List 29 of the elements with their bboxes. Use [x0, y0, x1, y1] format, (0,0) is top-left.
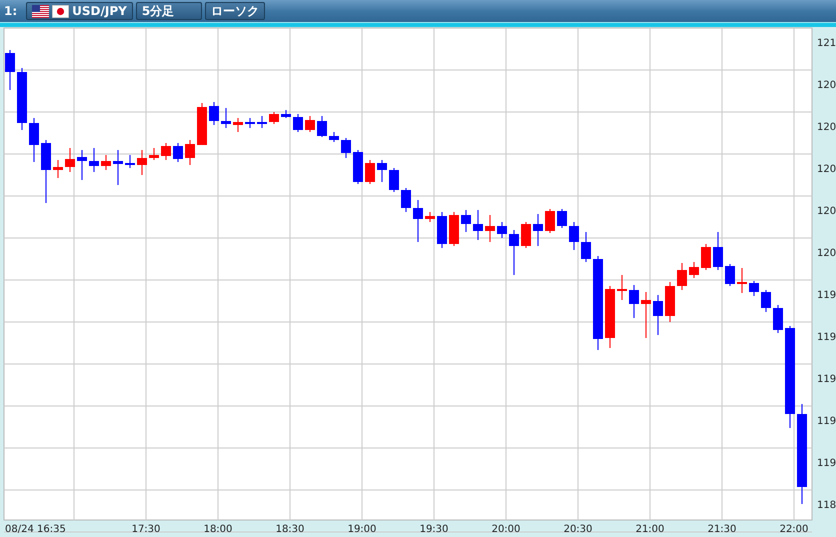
price-axis-label: 119	[817, 416, 836, 427]
price-axis-label: 121	[817, 38, 836, 49]
price-axis-label: 118	[817, 500, 836, 511]
time-axis-label: 22:00	[780, 524, 808, 535]
time-axis-label: 20:30	[564, 524, 592, 535]
price-axis-label: 120	[817, 122, 836, 133]
time-axis-label: 19:30	[420, 524, 448, 535]
time-axis-label: 19:00	[348, 524, 376, 535]
time-axis-label: 18:00	[204, 524, 232, 535]
price-axis-label: 120	[817, 164, 836, 175]
time-axis-label: 21:30	[708, 524, 736, 535]
price-axis-label: 119	[817, 374, 836, 385]
price-axis-label: 119	[817, 332, 836, 343]
price-axis-label: 119	[817, 290, 836, 301]
time-axis-label: 20:00	[492, 524, 520, 535]
us-flag-icon	[32, 4, 50, 18]
chart-index: 1:	[4, 4, 18, 18]
price-axis-label: 120	[817, 248, 836, 259]
time-axis-label: 21:00	[636, 524, 664, 535]
time-axis-label: 08/24 16:35	[5, 524, 66, 535]
price-axis-label: 120	[817, 80, 836, 91]
japan-flag-icon	[52, 4, 70, 18]
currency-pair-button[interactable]: USD/JPY	[26, 2, 133, 20]
timeframe-button[interactable]: 5分足	[136, 2, 202, 20]
time-axis-label: 17:30	[132, 524, 160, 535]
price-axis-label: 120	[817, 206, 836, 217]
price-axis-label: 119	[817, 458, 836, 469]
chart-type-button[interactable]: ローソク	[204, 2, 265, 20]
time-axis-label: 18:30	[276, 524, 304, 535]
